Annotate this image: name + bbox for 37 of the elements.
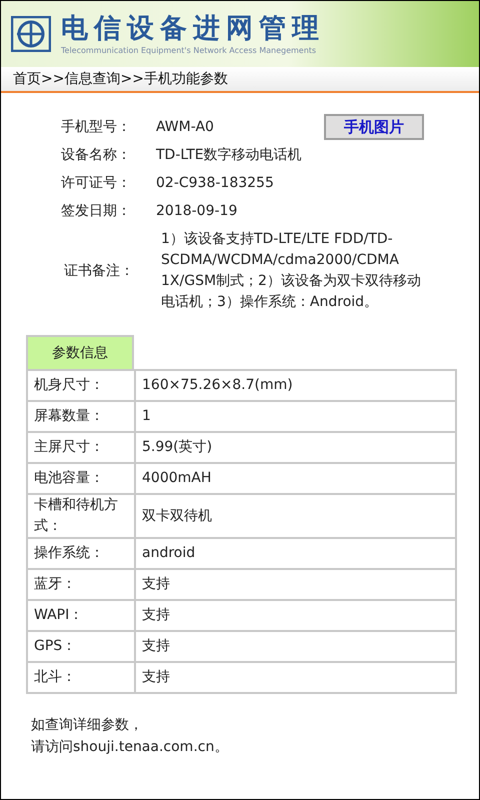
field-value: TD-LTE数字移动电话机 — [156, 146, 302, 164]
table-cell: 支持 — [135, 600, 456, 631]
phone-photo-button[interactable]: 手机图片 — [324, 114, 424, 140]
table-cell: 5.99(英寸) — [135, 432, 456, 463]
table-cell: 北斗： — [27, 662, 135, 693]
table-cell: 支持 — [135, 631, 456, 662]
field-label: 证书备注： — [63, 262, 135, 280]
table-cell: 电池容量： — [27, 463, 135, 494]
table-cell: GPS： — [27, 631, 135, 662]
field-value: 1）该设备支持TD-LTE/LTE FDD/TD-SCDMA/WCDMA/cdma2000/CDMA 1X/GSM制式；2）该设备为双卡双待移动电话机；3）操作系统：Android。 — [160, 230, 422, 312]
table-cell: 机身尺寸： — [27, 370, 135, 401]
table-cell: 1 — [135, 401, 456, 432]
table-cell: 主屏尺寸： — [27, 432, 135, 463]
table-cell: 双卡双待机 — [135, 494, 456, 538]
field-label: 许可证号： — [61, 174, 132, 192]
footer-text: 如查询详细参数， — [31, 716, 144, 735]
field-value: AWM-A0 — [156, 119, 215, 135]
footer-text: 请访问shouji.tenaa.com.cn。 — [31, 738, 230, 757]
table-cell: 操作系统： — [27, 538, 135, 569]
table-cell: android — [135, 538, 456, 569]
field-label: 手机型号： — [61, 118, 132, 136]
table-cell: 4000mAH — [135, 463, 456, 494]
field-label: 设备名称： — [61, 146, 132, 164]
field-value: 02-C938-183255 — [156, 175, 274, 191]
field-label: 签发日期： — [61, 202, 132, 220]
logo-icon — [11, 16, 51, 52]
table-cell: 卡槽和待机方式： — [27, 494, 135, 538]
site-title: 电信设备进网管理 — [61, 12, 325, 44]
field-value: 2018-09-19 — [156, 203, 238, 219]
table-cell: WAPI： — [27, 600, 135, 631]
table-cell: 蓝牙： — [27, 569, 135, 600]
breadcrumb: 首页>>信息查询>>手机功能参数 — [13, 70, 228, 88]
site-subtitle: Telecommunication Equipment's Network Access Manegements — [61, 44, 318, 56]
table-cell: 支持 — [135, 662, 456, 693]
table-cell: 屏幕数量： — [27, 401, 135, 432]
table-cell: 支持 — [135, 569, 456, 600]
table-cell: 160×75.26×8.7(mm) — [135, 370, 456, 401]
